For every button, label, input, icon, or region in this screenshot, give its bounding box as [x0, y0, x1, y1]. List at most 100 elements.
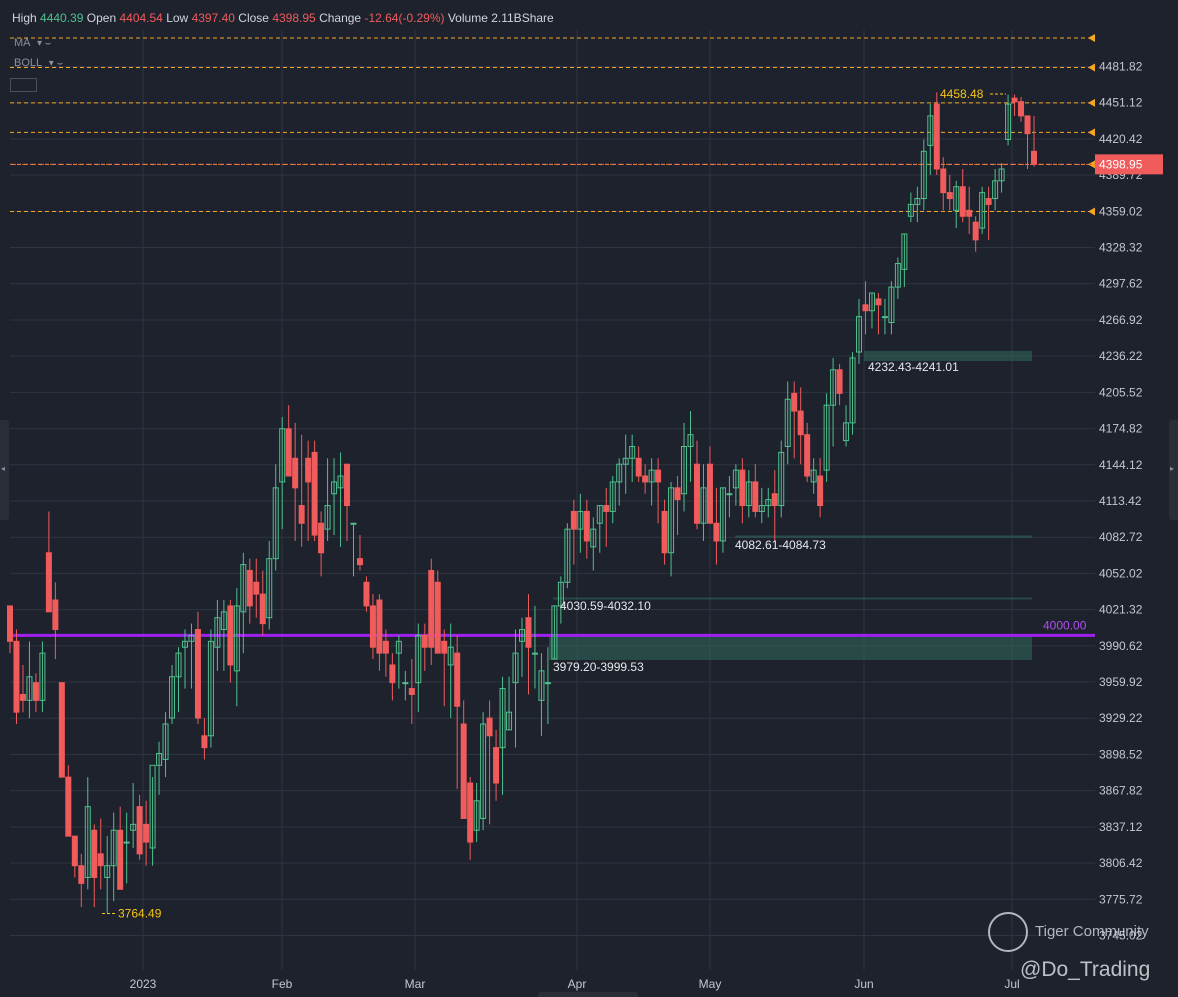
candle: [713, 487, 720, 565]
candle-body: [298, 505, 305, 524]
candle-body: [318, 522, 325, 554]
level-marker-icon: [1088, 33, 1095, 42]
candle: [156, 741, 163, 795]
candle: [1018, 96, 1025, 122]
candle: [324, 458, 331, 541]
candle: [253, 558, 260, 618]
level-marker-icon: [1088, 98, 1095, 107]
candle-body: [1024, 115, 1031, 135]
candle-body: [201, 735, 208, 749]
x-tick-label: Feb: [272, 977, 293, 991]
candle: [408, 659, 415, 724]
right-scroll-handle[interactable]: ▸: [1169, 420, 1178, 520]
candle-body: [91, 829, 98, 878]
candle-body: [117, 829, 124, 890]
candle-body: [1018, 101, 1025, 117]
candle-body: [45, 552, 52, 613]
candle: [149, 764, 156, 866]
candle: [499, 676, 506, 795]
candle: [32, 673, 39, 713]
candle: [512, 629, 519, 748]
candle: [13, 629, 20, 724]
candle: [266, 540, 273, 630]
candle: [888, 281, 895, 335]
candle: [590, 517, 597, 571]
candle-body: [836, 369, 843, 394]
candle: [402, 670, 409, 701]
y-tick-label: 4174.82: [1099, 422, 1143, 436]
candle-body: [78, 865, 85, 884]
y-tick-label: 4052.02: [1099, 566, 1143, 580]
candle: [745, 470, 752, 518]
y-tick-label: 4481.82: [1099, 60, 1143, 74]
candle: [26, 641, 33, 719]
candle: [58, 682, 65, 778]
candle-body: [985, 198, 992, 205]
y-tick-label: 3990.62: [1099, 639, 1143, 653]
candle: [901, 233, 908, 288]
candle: [421, 623, 428, 671]
candle-body: [376, 599, 383, 654]
candle: [700, 464, 707, 541]
candle-body: [363, 581, 370, 607]
x-tick-label: 2023: [130, 977, 157, 991]
candle: [441, 629, 448, 707]
candle-body: [583, 510, 590, 542]
candle: [693, 440, 700, 530]
candle-body: [739, 469, 746, 507]
candle: [907, 192, 914, 223]
candle-body: [972, 221, 979, 241]
x-tick-label: Mar: [405, 977, 426, 991]
candle: [467, 777, 474, 860]
candlestick-chart[interactable]: 4481.824451.124420.424389.724359.024328.…: [0, 0, 1178, 997]
candle-body: [194, 629, 201, 719]
candle: [311, 440, 318, 541]
level-marker-icon: [1088, 128, 1095, 137]
candle-body: [804, 434, 811, 477]
candle: [84, 777, 91, 890]
candle-body: [136, 806, 143, 855]
candle-body: [933, 103, 940, 170]
candle-body: [285, 428, 292, 477]
left-scroll-handle[interactable]: ◂: [0, 420, 9, 520]
x-tick-label: Apr: [568, 977, 587, 991]
candle: [162, 712, 169, 778]
candle: [603, 487, 610, 547]
bottom-scroll-handle[interactable]: [538, 992, 638, 997]
candle: [454, 635, 461, 789]
zone-label: 4030.59-4032.10: [560, 599, 651, 613]
candle: [881, 298, 888, 335]
candle: [946, 174, 953, 211]
candle: [298, 434, 305, 547]
candle: [285, 405, 292, 477]
candle: [752, 464, 759, 518]
candle-body: [428, 569, 435, 648]
candle: [305, 440, 312, 541]
candle: [395, 635, 402, 689]
candle: [966, 186, 973, 234]
candle: [194, 611, 201, 724]
candle: [227, 600, 234, 683]
candle-body: [32, 682, 39, 701]
tiger-logo-icon: [988, 912, 1028, 952]
candle-body: [661, 510, 668, 554]
candle: [292, 422, 299, 541]
candle-body: [382, 640, 389, 654]
candle: [609, 476, 616, 524]
candle-body: [123, 841, 130, 844]
candle: [765, 487, 772, 518]
y-tick-label: 4113.42: [1099, 494, 1142, 508]
candle: [65, 765, 72, 837]
candle: [331, 458, 338, 536]
candle-body: [52, 599, 59, 631]
candle: [719, 487, 726, 553]
zone-rect: [549, 635, 1032, 660]
candle: [894, 257, 901, 299]
candle: [985, 186, 992, 240]
candles: [7, 92, 1037, 913]
candle-body: [454, 652, 461, 707]
y-tick-label: 3837.12: [1099, 820, 1143, 834]
candle: [629, 434, 636, 482]
candle: [622, 434, 629, 494]
candle: [531, 605, 538, 689]
